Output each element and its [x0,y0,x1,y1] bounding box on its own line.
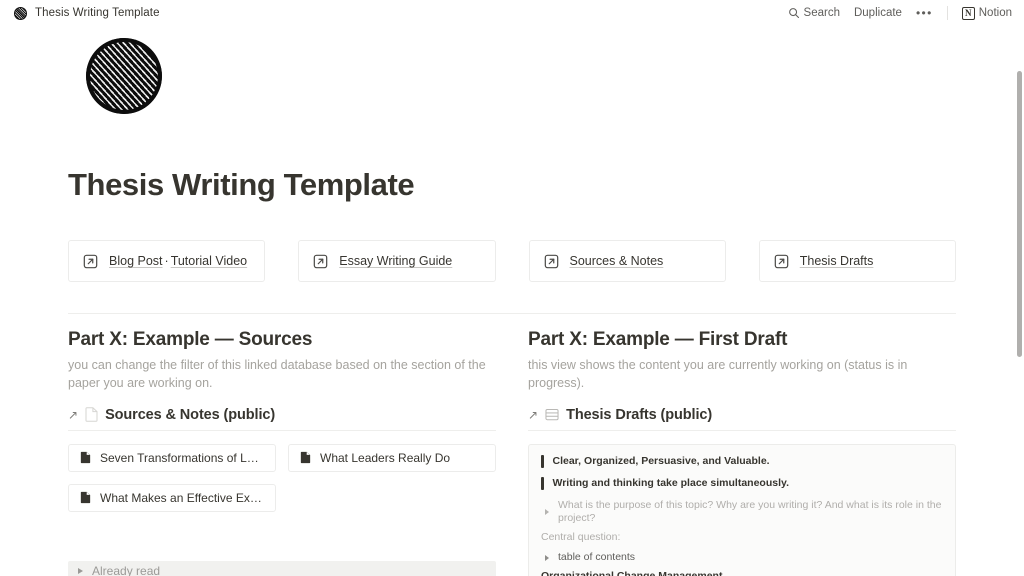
search-icon [788,8,799,19]
external-link-icon [83,254,98,268]
app-topbar: Thesis Writing Template Search Duplicate… [0,0,1024,26]
gallery-card-label: What Leaders Really Do [320,450,451,465]
linked-database-title: Sources & Notes (public) [105,406,276,423]
page-doc-icon [300,452,311,464]
link-card-sources-notes[interactable]: Sources & Notes [528,240,726,283]
quote-bar-icon [541,454,544,468]
page-doc-icon [80,452,91,464]
left-section-description: you can change the filter of this linked… [68,358,486,390]
open-arrow-icon: ↗ [68,407,79,422]
page-canvas: Thesis Writing Template Blog Post · Tutori… [0,26,1024,576]
list-row-quote[interactable]: Writing and thinking take place simultan… [541,476,943,490]
linked-database-header-drafts[interactable]: ↗ Thesis Drafts (public) [528,407,956,431]
duplicate-label: Duplicate [853,7,902,19]
gallery-card[interactable]: Seven Transformations of Leadership [68,443,276,472]
linked-database-title: Thesis Drafts (public) [566,406,713,423]
topbar-right-group: Search Duplicate ••• N Notion [788,6,1012,20]
triangle-right-icon [78,568,83,575]
topbar-page-title: Thesis Writing Template [35,7,160,19]
more-options-button[interactable]: ••• [916,7,933,19]
two-column-layout: Part X: Example — Sources you can change… [68,329,956,576]
column-first-draft: Part X: Example — First Draft this view … [528,329,956,576]
external-link-icon [774,254,789,268]
list-view-panel: Clear, Organized, Persuasive, and Valuab… [528,443,956,576]
gallery-card[interactable]: What Leaders Really Do [288,443,496,472]
triangle-right-icon [545,509,549,516]
page-doc-icon [80,492,91,504]
list-row-text: Writing and thinking take place simultan… [552,476,790,489]
notion-label: Notion [978,7,1012,19]
page-title: Thesis Writing Template [68,167,415,202]
page-doc-icon [85,407,98,422]
link-card-thesis-drafts[interactable]: Thesis Drafts [758,240,956,283]
left-section-heading: Part X: Example — Sources [68,329,313,351]
gallery-card[interactable]: What Makes an Effective Executive [68,483,276,512]
toggle-already-read[interactable]: Already read [68,560,496,576]
list-row-toggle[interactable]: table of contents [541,551,943,564]
table-view-icon [545,409,559,421]
list-row-toggle[interactable]: What is the purpose of this topic? Why a… [541,499,943,525]
linked-database-header-sources[interactable]: ↗ Sources & Notes (public) [68,407,496,431]
link-card-label: Blog Post · Tutorial Video [109,254,247,268]
triangle-right-icon [545,554,549,561]
link-essay-writing-guide[interactable]: Essay Writing Guide [339,254,452,268]
search-button[interactable]: Search [788,7,840,19]
link-tutorial-video[interactable]: Tutorial Video [171,254,247,268]
link-card-label: Essay Writing Guide [339,254,452,268]
gallery-card-label: What Makes an Effective Executive [100,490,264,505]
quote-bar-icon [541,476,544,490]
scribble-circle-icon [14,6,27,20]
right-section-description: this view shows the content you are curr… [528,358,908,390]
page-cover-icon[interactable] [86,38,162,114]
vertical-scrollbar[interactable] [1015,26,1024,576]
section-divider [68,313,956,315]
list-row-plain[interactable]: Organizational Change Management [541,570,943,576]
list-row-quote[interactable]: Clear, Organized, Persuasive, and Valuab… [541,454,943,468]
topbar-left-group: Thesis Writing Template [14,6,160,20]
list-row-text: Clear, Organized, Persuasive, and Valuab… [552,454,770,467]
external-link-icon [544,254,558,268]
link-blog-post[interactable]: Blog Post [109,254,163,268]
link-card-label: Thesis Drafts [800,254,874,268]
page-content: Thesis Writing Template Blog Post · Tutori… [0,38,1024,576]
open-arrow-icon: ↗ [528,407,539,422]
topbar-divider [946,6,948,20]
link-card-label: Sources & Notes [570,254,664,268]
link-cards-row: Blog Post · Tutorial Video Essay Writing G… [68,240,956,283]
link-card-essay-writing-guide[interactable]: Essay Writing Guide [298,240,496,283]
toggle-label: Already read [92,564,161,576]
list-row-text: table of contents [558,551,636,564]
right-section-heading: Part X: Example — First Draft [528,329,788,351]
duplicate-button[interactable]: Duplicate [854,7,902,19]
link-sources-and-notes[interactable]: Sources & Notes [570,254,664,268]
gallery-card-label: Seven Transformations of Leadership [100,450,264,465]
search-label: Search [803,7,840,19]
notion-brand-button[interactable]: N Notion [961,6,1012,20]
gallery-view: Seven Transformations of Leadership What… [68,443,496,512]
list-row-text: What is the purpose of this topic? Why a… [558,498,942,525]
column-sources: Part X: Example — Sources you can change… [68,329,496,576]
external-link-icon [313,254,328,268]
link-card-blog-post[interactable]: Blog Post · Tutorial Video [68,240,266,283]
link-thesis-drafts[interactable]: Thesis Drafts [800,254,874,268]
link-separator: · [164,254,169,269]
list-row-plain[interactable]: Central question: [541,531,943,544]
scrollbar-thumb[interactable] [1017,71,1022,357]
notion-logo-icon: N [961,6,975,20]
